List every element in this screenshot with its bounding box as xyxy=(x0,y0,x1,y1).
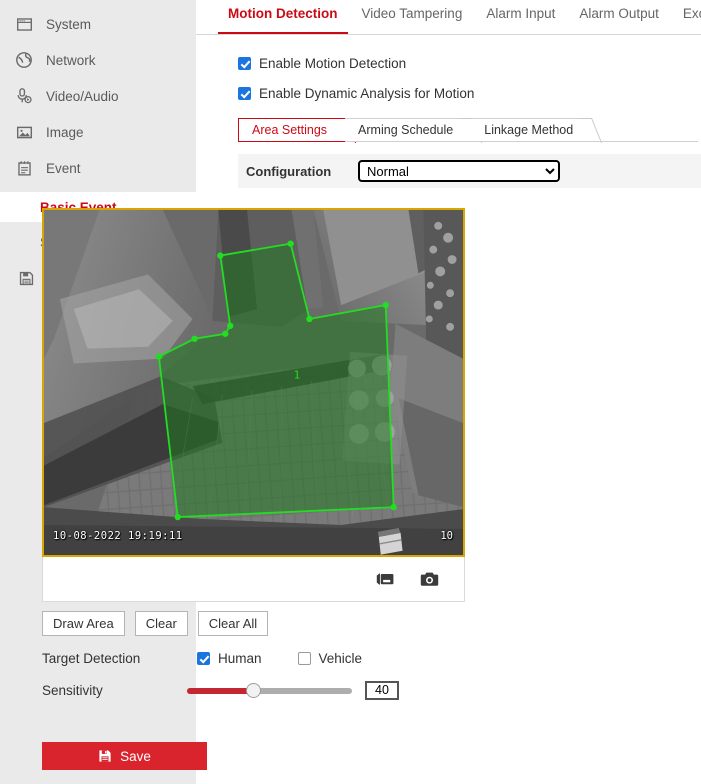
save-button-label: Save xyxy=(120,749,151,764)
enable-dynamic-analysis-checkbox[interactable] xyxy=(238,87,251,100)
target-human-row[interactable]: Human xyxy=(197,651,262,666)
snapshot-icon[interactable] xyxy=(412,565,446,593)
sensitivity-row: Sensitivity 40 xyxy=(42,681,472,700)
record-icon[interactable] xyxy=(368,565,402,593)
clear-button[interactable]: Clear xyxy=(135,611,188,636)
sidebar-item-label: System xyxy=(46,17,91,32)
sensitivity-label: Sensitivity xyxy=(42,683,187,698)
target-human-label: Human xyxy=(218,651,262,666)
subtab-arming-schedule[interactable]: Arming Schedule xyxy=(345,118,471,142)
sidebar-item-label: Image xyxy=(46,125,84,140)
target-human-checkbox[interactable] xyxy=(197,652,210,665)
tab-motion-detection[interactable]: Motion Detection xyxy=(216,0,350,34)
picture-icon xyxy=(14,122,34,142)
tab-alarm-input[interactable]: Alarm Input xyxy=(474,0,567,34)
sensitivity-slider[interactable] xyxy=(187,688,352,694)
draw-area-button[interactable]: Draw Area xyxy=(42,611,125,636)
tab-video-tampering[interactable]: Video Tampering xyxy=(350,0,475,34)
sidebar-item-system[interactable]: System xyxy=(0,8,196,40)
video-preview[interactable]: 1 10-08-2022 19:19:11 10 xyxy=(42,208,465,557)
target-detection-row: Target Detection Human Vehicle xyxy=(42,651,462,666)
globe-icon xyxy=(14,50,34,70)
calendar-icon xyxy=(14,158,34,178)
motion-area-polygon[interactable]: 1 xyxy=(44,210,463,556)
configuration-select[interactable]: Normal xyxy=(358,160,560,182)
configuration-label: Configuration xyxy=(238,164,358,179)
sensitivity-slider-handle[interactable] xyxy=(246,683,261,698)
sidebar-item-label: Network xyxy=(46,53,96,68)
tab-alarm-output[interactable]: Alarm Output xyxy=(567,0,671,34)
configuration-row: Configuration Normal xyxy=(238,154,701,188)
sidebar-item-video-audio[interactable]: Video/Audio xyxy=(0,80,196,112)
video-timestamp: 10-08-2022 19:19:11 xyxy=(53,530,183,542)
sensitivity-value-input[interactable]: 40 xyxy=(365,681,399,700)
video-preview-panel: 1 10-08-2022 19:19:11 10 xyxy=(42,208,465,396)
sidebar-item-network[interactable]: Network xyxy=(0,44,196,76)
clear-all-button[interactable]: Clear All xyxy=(198,611,268,636)
microphone-icon xyxy=(14,86,34,106)
sidebar-item-label: Video/Audio xyxy=(46,89,119,104)
subtab-area-settings[interactable]: Area Settings xyxy=(238,118,345,142)
video-toolbar xyxy=(42,557,465,602)
sidebar-item-event[interactable]: Event xyxy=(0,152,196,184)
sidebar-item-label: Event xyxy=(46,161,81,176)
sub-tab-bar: Area Settings Arming Schedule Linkage Me… xyxy=(238,118,698,142)
enable-motion-detection-checkbox[interactable] xyxy=(238,57,251,70)
tab-exception[interactable]: Exception xyxy=(671,0,701,34)
floppy-disk-icon xyxy=(98,749,112,763)
sidebar-item-image[interactable]: Image xyxy=(0,116,196,148)
save-button[interactable]: Save xyxy=(42,742,207,770)
enable-dynamic-analysis-label: Enable Dynamic Analysis for Motion xyxy=(259,86,474,101)
area-index-label: 1 xyxy=(294,368,301,381)
target-vehicle-row[interactable]: Vehicle xyxy=(298,651,363,666)
enable-motion-detection-row[interactable]: Enable Motion Detection xyxy=(196,48,701,78)
subtab-filler xyxy=(591,118,698,142)
target-vehicle-checkbox[interactable] xyxy=(298,652,311,665)
target-detection-label: Target Detection xyxy=(42,651,197,666)
subtab-linkage-method[interactable]: Linkage Method xyxy=(471,118,591,142)
save-disk-icon xyxy=(16,268,36,288)
enable-motion-detection-label: Enable Motion Detection xyxy=(259,56,406,71)
draw-controls: Draw Area Clear Clear All xyxy=(42,611,278,636)
tab-bar: Motion Detection Video Tampering Alarm I… xyxy=(196,0,701,35)
window-icon xyxy=(14,14,34,34)
target-vehicle-label: Vehicle xyxy=(319,651,363,666)
enable-dynamic-analysis-row[interactable]: Enable Dynamic Analysis for Motion xyxy=(196,78,701,108)
sensitivity-slider-fill xyxy=(187,688,253,694)
video-channel-number: 10 xyxy=(440,530,453,542)
